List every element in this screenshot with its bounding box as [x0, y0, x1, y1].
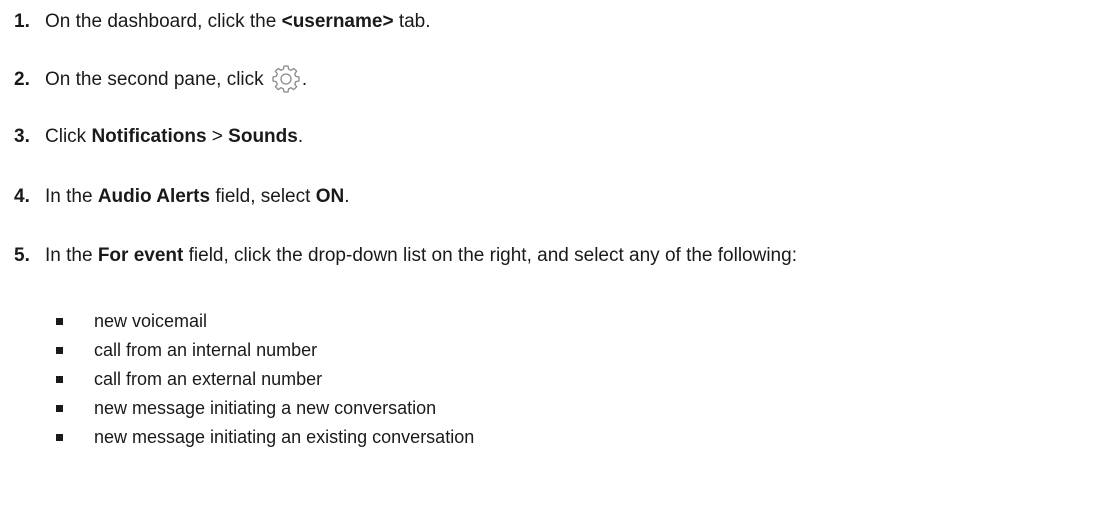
step-number: 5.	[14, 245, 30, 266]
step-3: 3. Click Notifications > Sounds.	[14, 122, 303, 152]
username-tab-label: <username>	[281, 11, 394, 32]
list-item: new voicemail	[56, 307, 474, 336]
list-item: call from an external number	[56, 365, 474, 394]
step-text: On the second pane, click .	[45, 65, 307, 95]
on-option-label: ON	[315, 186, 345, 207]
event-options-list: new voicemail call from an internal numb…	[56, 307, 474, 452]
step-2: 2. On the second pane, click .	[14, 65, 307, 95]
step-text: On the dashboard, click the <username> t…	[45, 11, 431, 32]
step-text: In the Audio Alerts field, select ON.	[45, 186, 350, 207]
list-item: new message initiating a new conversatio…	[56, 394, 474, 423]
step-number: 2.	[14, 69, 30, 90]
list-item: call from an internal number	[56, 336, 474, 365]
step-text: In the For event field, click the drop-d…	[45, 245, 797, 266]
square-bullet-icon	[56, 347, 63, 354]
step-1: 1. On the dashboard, click the <username…	[14, 7, 431, 37]
square-bullet-icon	[56, 405, 63, 412]
audio-alerts-label: Audio Alerts	[97, 186, 211, 207]
square-bullet-icon	[56, 376, 63, 383]
square-bullet-icon	[56, 318, 63, 325]
gear-icon	[272, 65, 300, 93]
step-number: 3.	[14, 126, 30, 147]
step-text: Click Notifications > Sounds.	[45, 126, 304, 147]
step-4: 4. In the Audio Alerts field, select ON.	[14, 182, 349, 212]
square-bullet-icon	[56, 434, 63, 441]
step-number: 1.	[14, 11, 30, 32]
instructions-document: 1. On the dashboard, click the <username…	[0, 0, 1119, 514]
notifications-label: Notifications	[91, 126, 207, 147]
sounds-label: Sounds	[228, 126, 298, 147]
step-5: 5. In the For event field, click the dro…	[14, 241, 797, 271]
for-event-label: For event	[97, 245, 184, 266]
list-item: new message initiating an existing conve…	[56, 423, 474, 452]
step-number: 4.	[14, 186, 30, 207]
